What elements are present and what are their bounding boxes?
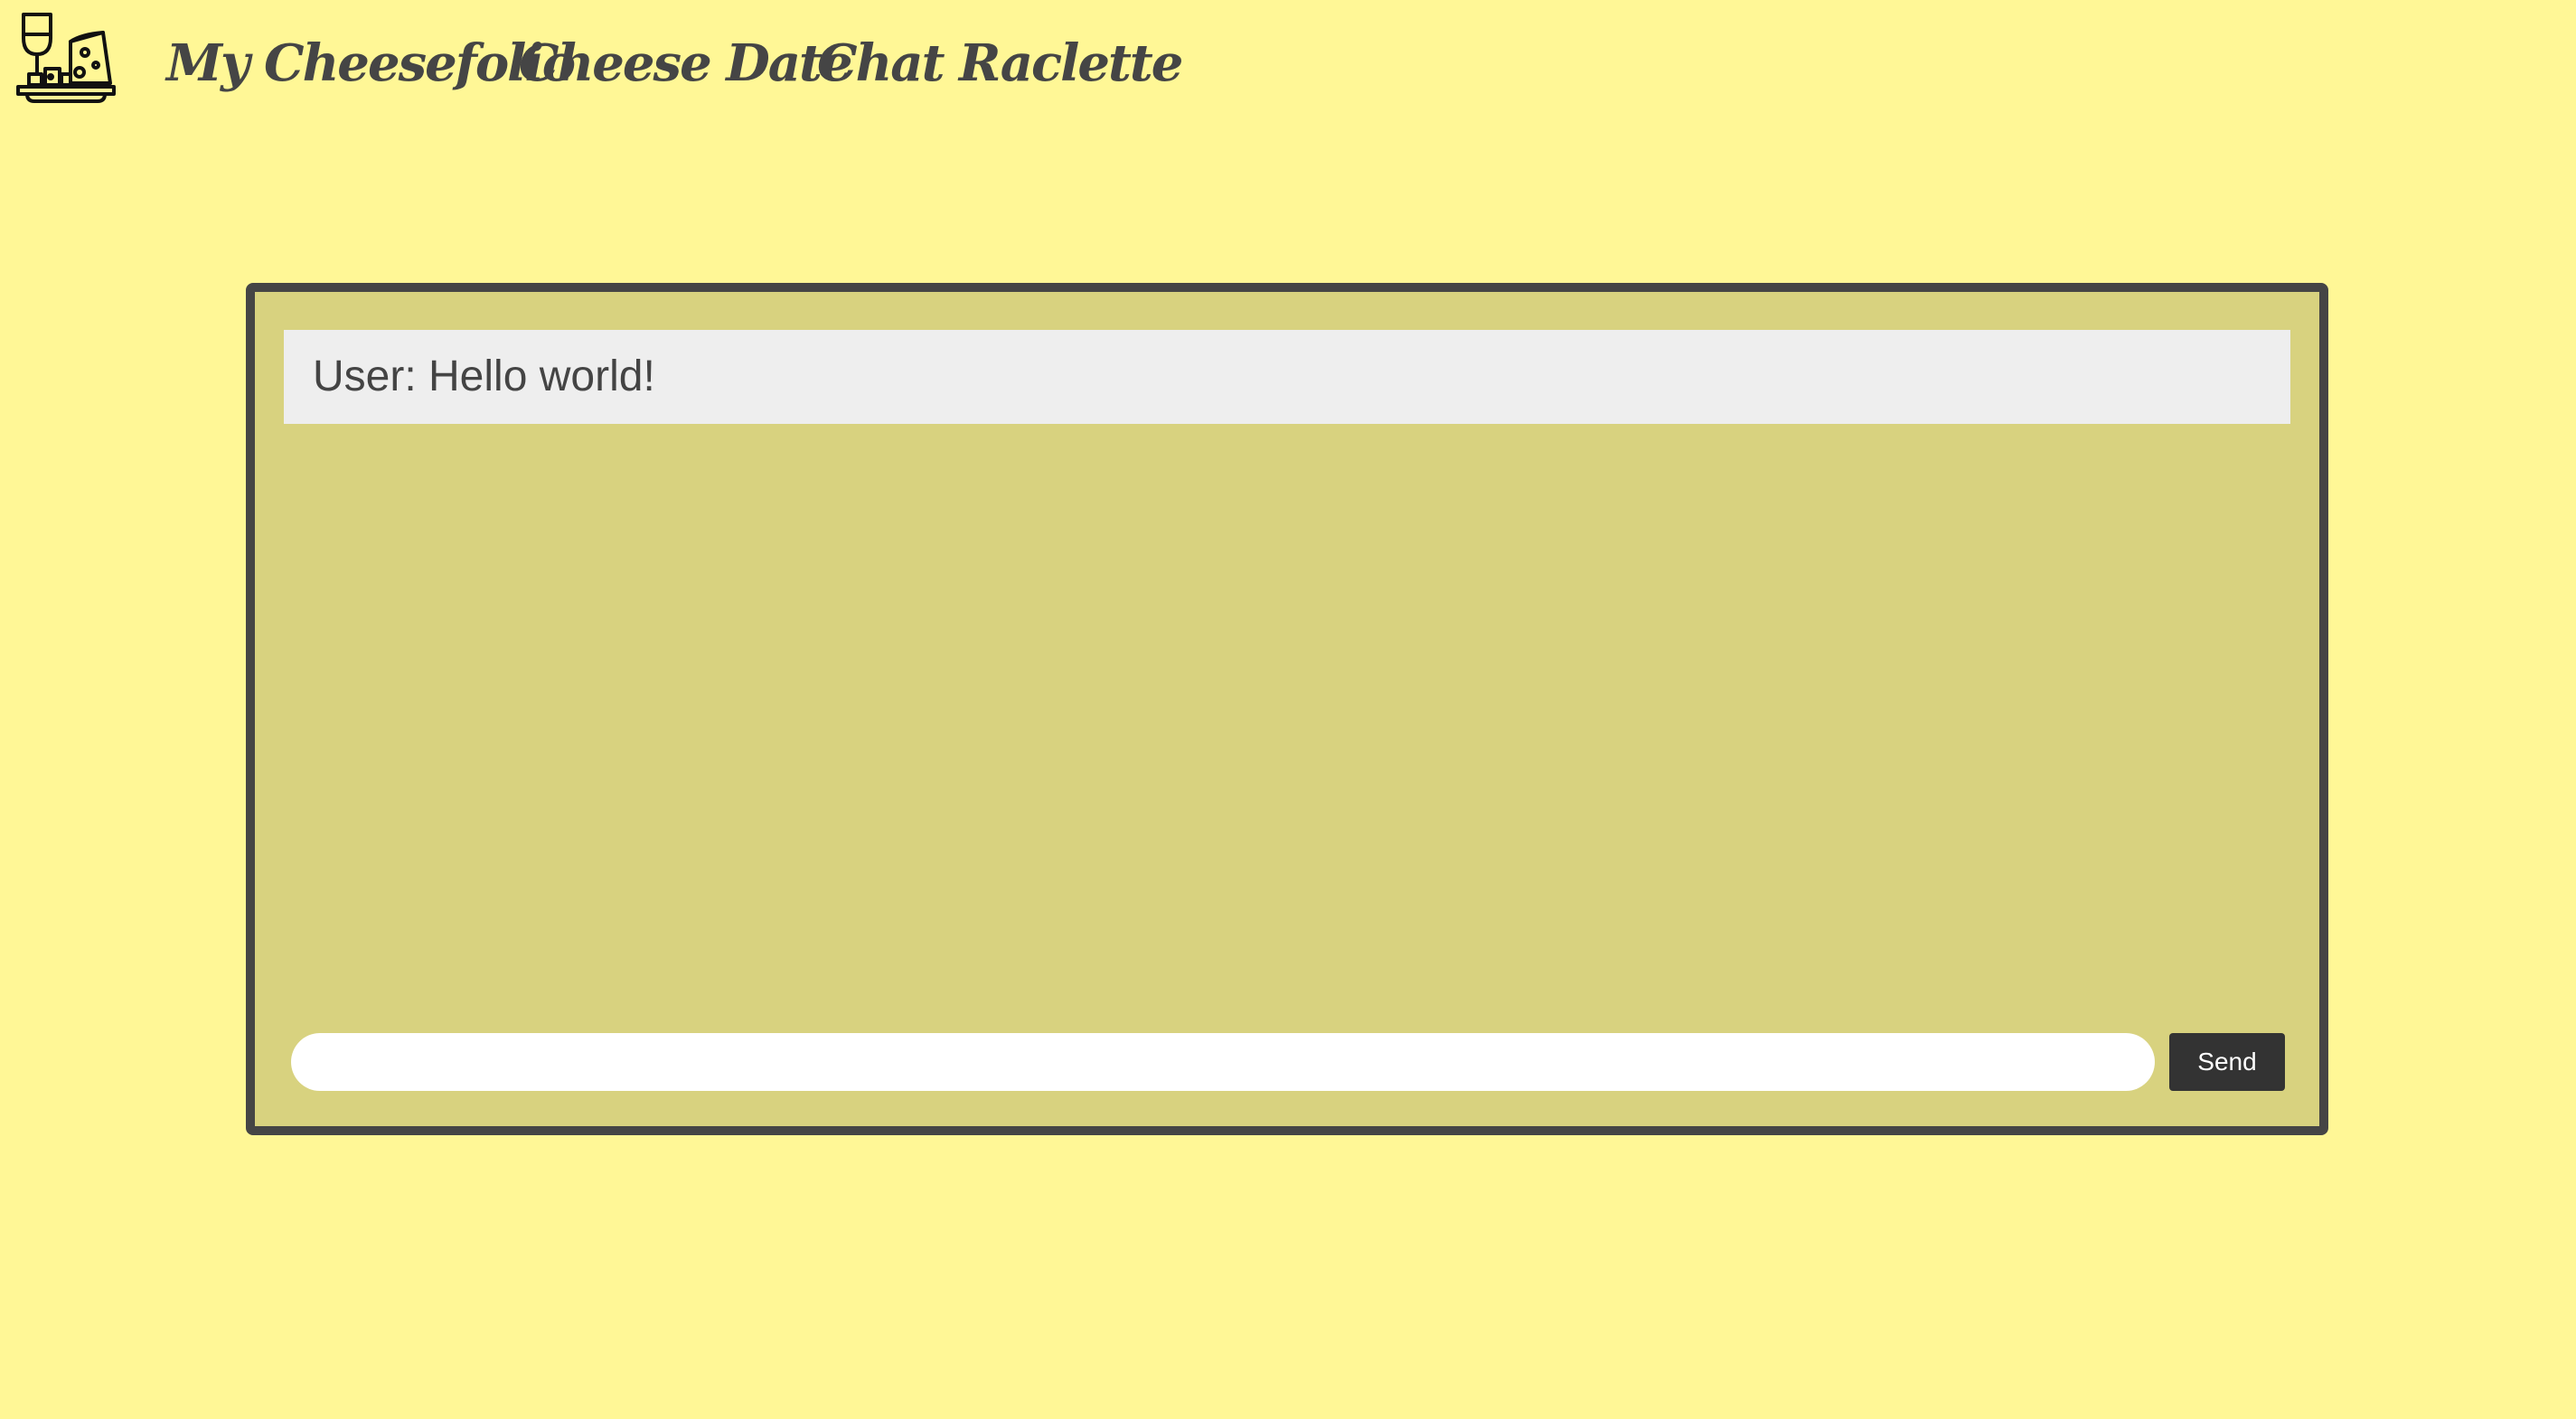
nav-link-my-cheesefolio[interactable]: My Cheesefolio xyxy=(166,27,576,99)
message-composer: Send xyxy=(291,1033,2285,1091)
chat-panel: User: Hello world! Send xyxy=(246,283,2328,1135)
chat-message: User: Hello world! xyxy=(284,330,2290,424)
top-navigation: My Cheesefolio Cheese Date Chat Raclette xyxy=(0,0,2576,127)
message-list: User: Hello world! xyxy=(284,330,2290,1044)
message-input[interactable] xyxy=(291,1033,2155,1091)
cheese-board-wine-icon[interactable] xyxy=(16,9,116,108)
nav-link-cheese-date[interactable]: Cheese Date xyxy=(519,27,853,99)
nav-link-chat-raclette[interactable]: Chat Raclette xyxy=(817,27,1183,99)
send-button[interactable]: Send xyxy=(2169,1033,2285,1091)
